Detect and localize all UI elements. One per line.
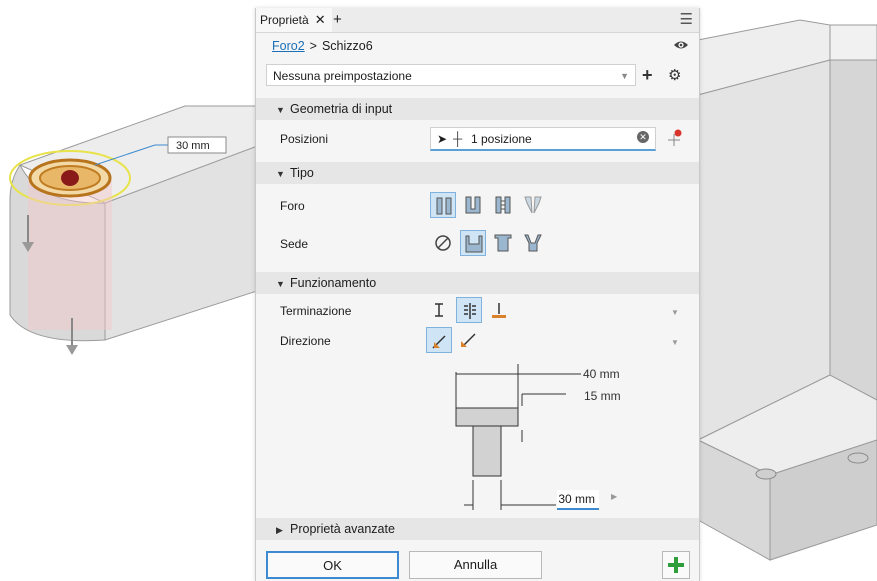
- section-type[interactable]: ▼ Tipo: [256, 162, 699, 184]
- to-termination-button[interactable]: [486, 297, 512, 323]
- counterbore-icon: [465, 235, 483, 253]
- direction-flip-button[interactable]: [456, 327, 482, 353]
- taper-tapped-hole-icon: [524, 196, 542, 214]
- cancel-button[interactable]: Annulla: [409, 551, 542, 579]
- section-title: Proprietà avanzate: [290, 522, 395, 536]
- breadcrumb-separator: >: [309, 39, 317, 53]
- depth-label: 15 mm: [584, 389, 621, 403]
- section-title: Funzionamento: [290, 276, 377, 290]
- section-title: Tipo: [290, 166, 314, 180]
- clear-icon[interactable]: ✕: [637, 131, 649, 143]
- preset-value: Nessuna preimpostazione: [273, 69, 412, 83]
- tab-bar: Proprietà ✕ + ☰: [256, 8, 699, 33]
- tab-label: Proprietà: [260, 13, 309, 27]
- collapse-arrow-icon: ▼: [276, 169, 285, 179]
- termination-label: Terminazione: [280, 304, 352, 318]
- countersink-icon: [524, 234, 542, 252]
- section-advanced[interactable]: ▶ Proprietà avanzate: [256, 518, 699, 540]
- distance-termination-button[interactable]: [426, 297, 452, 323]
- gear-icon[interactable]: ⚙: [668, 65, 681, 87]
- add-tab-button[interactable]: +: [333, 8, 342, 32]
- apply-button[interactable]: [662, 551, 690, 579]
- breadcrumb: Foro2 > Schizzo6: [272, 39, 373, 53]
- plus-icon: [668, 557, 684, 573]
- hole-label: Foro: [280, 199, 305, 213]
- countersink-button[interactable]: [520, 230, 546, 256]
- positions-value: 1 posizione: [471, 132, 532, 146]
- breadcrumb-current: Schizzo6: [321, 39, 373, 53]
- chevron-down-icon[interactable]: ▼: [671, 308, 679, 317]
- ok-button[interactable]: OK: [266, 551, 399, 579]
- hamburger-icon[interactable]: ☰: [680, 8, 693, 32]
- collapse-arrow-icon: ▼: [276, 105, 285, 115]
- section-title: Geometria di input: [290, 102, 393, 116]
- to-face-icon: [492, 303, 506, 318]
- spotface-icon: [494, 234, 512, 252]
- spotface-button[interactable]: [490, 230, 516, 256]
- dimension-label[interactable]: 30 mm: [176, 140, 210, 152]
- direction-default-button[interactable]: [426, 327, 452, 353]
- breadcrumb-parent[interactable]: Foro2: [272, 39, 305, 53]
- close-icon[interactable]: ✕: [315, 12, 326, 27]
- positions-label: Posizioni: [280, 132, 329, 146]
- left-part: 30 mm: [9, 105, 261, 355]
- eye-icon[interactable]: [673, 38, 689, 52]
- top-diameter-label: 40 mm: [583, 367, 620, 381]
- no-seat-button[interactable]: [430, 230, 456, 256]
- chevron-down-icon: ▼: [620, 71, 629, 81]
- chevron-down-icon[interactable]: ▼: [671, 338, 679, 347]
- simple-hole-button[interactable]: [430, 192, 456, 218]
- diameter-input[interactable]: 30 mm: [557, 490, 599, 510]
- direction-label: Direzione: [280, 334, 331, 348]
- expand-arrow-icon: ▶: [276, 525, 283, 535]
- section-behavior[interactable]: ▼ Funzionamento: [256, 272, 699, 294]
- simple-hole-icon: [436, 197, 452, 215]
- clearance-hole-icon: [465, 196, 481, 214]
- crosshair-icon: ┼: [453, 131, 463, 146]
- counterbore-button[interactable]: [460, 230, 486, 256]
- direction-flip-icon: [461, 333, 476, 347]
- no-seat-icon: [435, 235, 451, 251]
- positions-field[interactable]: ➤ ┼ 1 posizione ✕: [430, 127, 656, 151]
- add-position-icon[interactable]: [666, 128, 684, 148]
- tab-properties[interactable]: Proprietà ✕: [256, 8, 332, 32]
- preset-dropdown[interactable]: Nessuna preimpostazione ▼: [266, 64, 636, 86]
- seat-label: Sede: [280, 237, 309, 251]
- chevron-right-icon[interactable]: ▶: [611, 492, 617, 501]
- collapse-arrow-icon: ▼: [276, 279, 285, 289]
- clearance-hole-button[interactable]: [460, 192, 486, 218]
- right-part: [696, 19, 877, 561]
- cursor-icon: ➤: [437, 132, 448, 146]
- tapped-hole-button[interactable]: [490, 192, 516, 218]
- tapped-hole-icon: [495, 196, 511, 214]
- distance-icon: [435, 303, 443, 317]
- section-input-geometry[interactable]: ▼ Geometria di input: [256, 98, 699, 120]
- through-all-termination-button[interactable]: [456, 297, 482, 323]
- taper-tapped-hole-button[interactable]: [520, 192, 546, 218]
- properties-panel: Proprietà ✕ + ☰ Foro2 > Schizzo6 Nessuna pr…: [255, 8, 700, 581]
- add-preset-button[interactable]: +: [642, 64, 653, 86]
- through-all-icon: [464, 303, 476, 319]
- direction-default-icon: [432, 335, 446, 349]
